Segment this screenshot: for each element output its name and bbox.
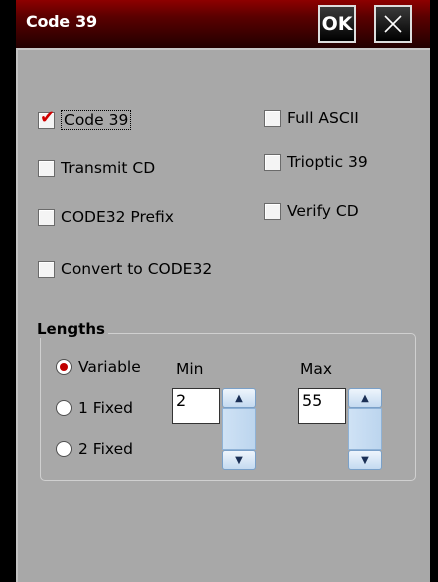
chevron-down-icon: ▼: [361, 454, 369, 466]
radio-1-fixed-circle[interactable]: [56, 400, 72, 416]
max-up-button[interactable]: ▲: [348, 388, 382, 408]
title-bar: Code 39 OK: [16, 0, 430, 48]
code39-checkbox[interactable]: ✔ Code 39: [38, 106, 132, 130]
close-button[interactable]: [374, 5, 412, 43]
full-ascii-label: Full ASCII: [287, 109, 359, 127]
max-down-button[interactable]: ▼: [348, 450, 382, 470]
trioptic39-checkbox-box[interactable]: [264, 153, 281, 171]
radio-1-fixed[interactable]: 1 Fixed: [56, 399, 133, 417]
min-scroll-track[interactable]: [222, 408, 256, 450]
radio-2-fixed-circle[interactable]: [56, 441, 72, 457]
radio-selected-dot: [60, 363, 68, 371]
radio-variable[interactable]: Variable: [56, 358, 141, 376]
chevron-up-icon: ▲: [361, 392, 369, 404]
trioptic39-label: Trioptic 39: [287, 153, 368, 171]
radio-2-fixed[interactable]: 2 Fixed: [56, 440, 133, 458]
full-ascii-checkbox-box[interactable]: [264, 109, 281, 127]
radio-1-fixed-label: 1 Fixed: [78, 399, 133, 417]
code39-checkbox-box[interactable]: ✔: [38, 106, 56, 129]
dialog-title: Code 39: [26, 12, 97, 31]
max-label: Max: [300, 360, 333, 378]
verify-cd-label: Verify CD: [287, 202, 359, 220]
radio-variable-circle[interactable]: [56, 359, 72, 375]
convert-code32-checkbox-box[interactable]: [38, 260, 55, 278]
verify-cd-checkbox[interactable]: Verify CD: [264, 202, 359, 220]
radio-2-fixed-label: 2 Fixed: [78, 440, 133, 458]
code39-dialog: Code 39 OK ✔ Code 39 Transmit CD CODE32 …: [0, 0, 438, 582]
convert-code32-label: Convert to CODE32: [61, 260, 213, 278]
trioptic39-checkbox[interactable]: Trioptic 39: [264, 153, 368, 171]
code32-prefix-label: CODE32 Prefix: [61, 208, 174, 226]
min-up-button[interactable]: ▲: [222, 388, 256, 408]
transmit-cd-checkbox-box[interactable]: [38, 159, 55, 177]
min-input[interactable]: 2: [172, 388, 220, 424]
chevron-up-icon: ▲: [235, 392, 243, 404]
verify-cd-checkbox-box[interactable]: [264, 202, 281, 220]
radio-variable-label: Variable: [78, 358, 141, 376]
transmit-cd-label: Transmit CD: [61, 159, 156, 177]
max-input[interactable]: 55: [298, 388, 346, 424]
ok-button[interactable]: OK: [318, 5, 356, 43]
code32-prefix-checkbox-box[interactable]: [38, 208, 55, 226]
chevron-down-icon: ▼: [235, 454, 243, 466]
max-scroll-track[interactable]: [348, 408, 382, 450]
close-icon: [384, 15, 402, 33]
lengths-title: Lengths: [34, 320, 108, 338]
checkmark-icon: ✔: [40, 106, 56, 128]
code39-label: Code 39: [61, 110, 132, 130]
settings-panel: ✔ Code 39 Transmit CD CODE32 Prefix Conv…: [16, 48, 430, 582]
transmit-cd-checkbox[interactable]: Transmit CD: [38, 159, 155, 177]
min-label: Min: [176, 360, 204, 378]
min-down-button[interactable]: ▼: [222, 450, 256, 470]
full-ascii-checkbox[interactable]: Full ASCII: [264, 109, 359, 127]
convert-code32-checkbox[interactable]: Convert to CODE32: [38, 260, 212, 278]
code32-prefix-checkbox[interactable]: CODE32 Prefix: [38, 208, 174, 226]
